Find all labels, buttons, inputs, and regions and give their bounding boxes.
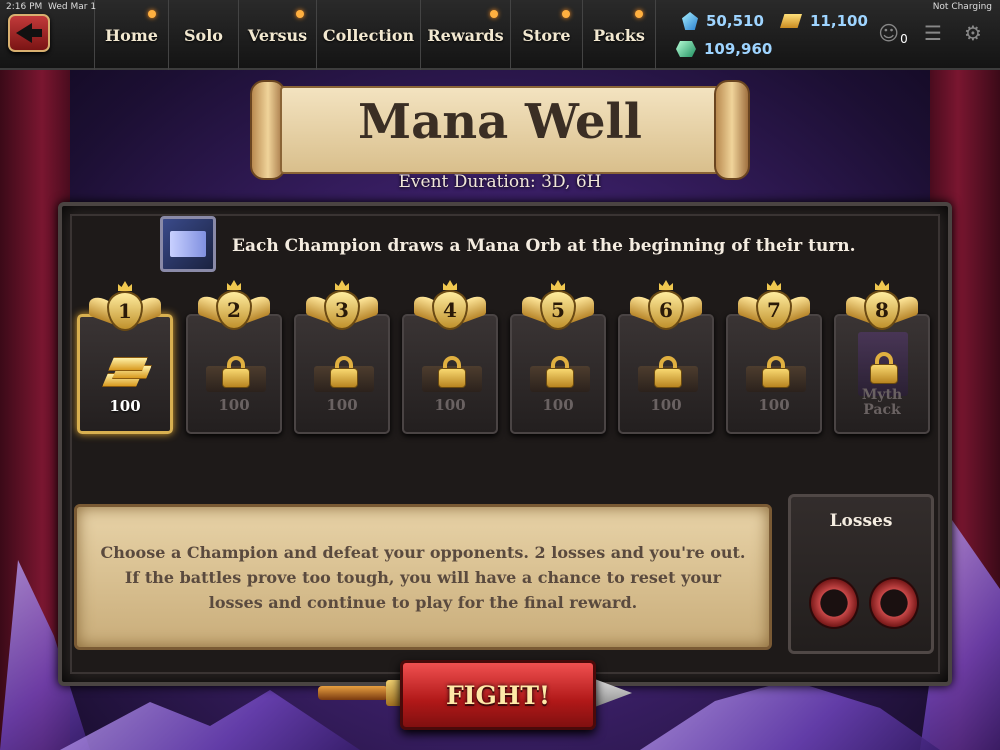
lock-icon	[546, 356, 574, 388]
lock-icon	[654, 356, 682, 388]
reward-slot-5[interactable]: 5 100	[510, 280, 606, 434]
rank-badge: 5	[522, 280, 594, 332]
reward-slot-8[interactable]: 8 Myth Pack	[834, 280, 930, 434]
quests-scroll-icon[interactable]: ☰	[922, 21, 944, 45]
rank-badge: 1	[89, 281, 161, 333]
green-gem-currency[interactable]: 109,960	[676, 40, 772, 58]
event-rule-text: Each Champion draws a Mana Orb at the be…	[232, 236, 856, 256]
reward-slot-7[interactable]: 7 100	[726, 280, 822, 434]
blue-gem-icon	[682, 12, 698, 30]
reward-amount: 100	[434, 396, 466, 414]
friends-icon[interactable]: ☺ 0	[878, 21, 908, 46]
reward-amount: 100	[542, 396, 574, 414]
reward-amount: 100	[326, 396, 358, 414]
settings-gear-icon[interactable]: ⚙	[962, 21, 984, 45]
rank-badge: 3	[306, 280, 378, 332]
rank-badge: 7	[738, 280, 810, 332]
mana-orb-rule-icon	[160, 216, 216, 272]
rank-badge: 4	[414, 280, 486, 332]
reward-amount: 100	[218, 396, 250, 414]
event-duration: Event Duration: 3D, 6H	[398, 172, 602, 192]
gold-bars-icon	[102, 355, 154, 389]
losses-panel: Losses	[788, 494, 934, 654]
reward-slot-1[interactable]: 1 100	[77, 281, 173, 434]
blue-gem-currency[interactable]: 50,510	[682, 12, 764, 30]
lock-icon	[438, 356, 466, 388]
gold-bar-icon	[780, 14, 802, 28]
back-button[interactable]	[8, 14, 50, 52]
reward-slot-4[interactable]: 4 100	[402, 280, 498, 434]
reward-slot-6[interactable]: 6 100	[618, 280, 714, 434]
rank-badge: 2	[198, 280, 270, 332]
lock-icon	[870, 352, 898, 384]
reward-slot-3[interactable]: 3 100	[294, 280, 390, 434]
title-scroll: Mana Well	[250, 80, 750, 180]
green-gem-icon	[676, 41, 696, 57]
reward-amount: 100	[650, 396, 682, 414]
loss-slot-icon	[869, 577, 919, 629]
reward-pack-label: Myth Pack	[861, 387, 903, 418]
event-title: Mana Well	[358, 94, 642, 150]
reward-slot-2[interactable]: 2 100	[186, 280, 282, 434]
status-time: 2:16 PM Wed Mar 1	[6, 2, 97, 12]
battery-status: Not Charging	[932, 2, 992, 12]
event-description: Choose a Champion and defeat your oppone…	[100, 542, 746, 612]
reward-amount: 100	[109, 397, 141, 415]
lock-icon	[762, 356, 790, 388]
gold-currency[interactable]: 11,100	[780, 12, 868, 30]
status-bar: 2:16 PM Wed Mar 1 Not Charging	[0, 0, 1000, 14]
loss-slot-icon	[809, 577, 859, 629]
rank-badge: 6	[630, 280, 702, 332]
back-arrow-icon	[16, 23, 32, 43]
reward-amount: 100	[758, 396, 790, 414]
lock-icon	[222, 356, 250, 388]
lock-icon	[330, 356, 358, 388]
rank-badge: 8	[846, 280, 918, 332]
event-description-parchment: Choose a Champion and defeat your oppone…	[74, 504, 772, 650]
losses-title: Losses	[829, 511, 893, 531]
fight-button[interactable]: FIGHT!	[400, 660, 596, 730]
